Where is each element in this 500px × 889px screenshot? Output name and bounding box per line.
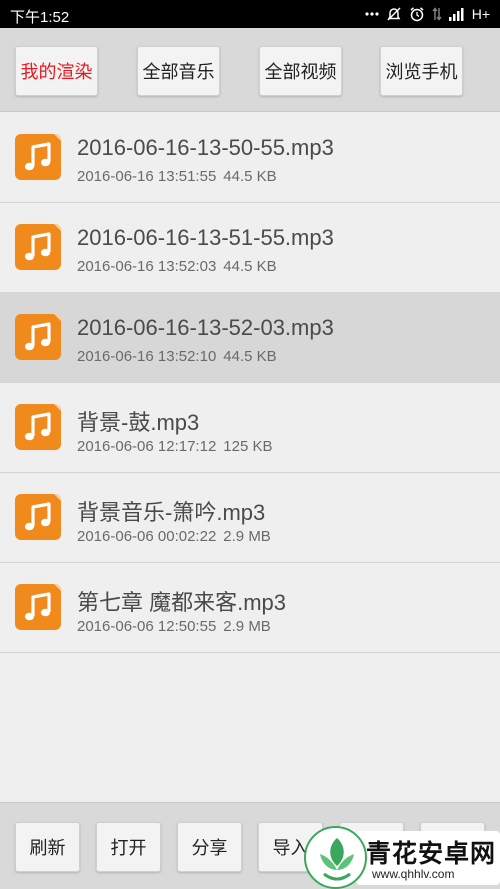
tab-all-videos[interactable]: 全部视频 (259, 46, 342, 96)
share-button[interactable]: 分享 (177, 822, 242, 872)
music-file-icon (14, 313, 62, 361)
file-name: 2016-06-16-13-52-03.mp3 (77, 315, 334, 340)
list-item[interactable]: 第七章 魔都来客.mp3 2016-06-06 12:50:55 2.9 MB (0, 563, 500, 653)
file-meta: 2016-06-06 12:17:12 125 KB (77, 438, 273, 455)
list-item[interactable]: 背景-鼓.mp3 2016-06-06 12:17:12 125 KB (0, 383, 500, 473)
alarm-icon (409, 6, 425, 22)
more-dots-icon (365, 12, 379, 16)
tab-all-music[interactable]: 全部音乐 (137, 46, 220, 96)
list-item[interactable]: 2016-06-16-13-51-55.mp3 2016-06-16 13:52… (0, 203, 500, 293)
music-file-icon (14, 133, 62, 181)
file-date: 2016-06-06 12:50:55 (77, 618, 217, 635)
file-size: 44.5 KB (223, 168, 277, 185)
watermark-logo-icon (304, 826, 367, 889)
file-size: 125 KB (223, 438, 273, 455)
network-type: H+ (471, 6, 490, 22)
file-meta: 2016-06-16 13:52:03 44.5 KB (77, 258, 277, 275)
music-file-icon (14, 493, 62, 541)
file-date: 2016-06-16 13:52:03 (77, 258, 217, 275)
music-file-icon (14, 223, 62, 271)
file-date: 2016-06-06 00:02:22 (77, 528, 217, 545)
refresh-button[interactable]: 刷新 (15, 822, 80, 872)
file-size: 2.9 MB (223, 618, 271, 635)
file-list: 2016-06-16-13-50-55.mp3 2016-06-16 13:51… (0, 113, 500, 653)
file-meta: 2016-06-06 00:02:22 2.9 MB (77, 528, 271, 545)
file-name: 第七章 魔都来客.mp3 (77, 590, 287, 615)
music-file-icon (14, 403, 62, 451)
file-date: 2016-06-06 12:17:12 (77, 438, 217, 455)
file-date: 2016-06-16 13:51:55 (77, 168, 217, 185)
file-size: 44.5 KB (223, 348, 277, 365)
open-button[interactable]: 打开 (96, 822, 161, 872)
signal-icon (448, 7, 465, 21)
music-file-icon (14, 583, 62, 631)
file-meta: 2016-06-06 12:50:55 2.9 MB (77, 618, 271, 635)
file-name: 背景音乐-箫吟.mp3 (77, 500, 266, 525)
status-bar: 下午1:52 H+ (0, 0, 500, 28)
file-size: 44.5 KB (223, 258, 277, 275)
file-meta: 2016-06-16 13:51:55 44.5 KB (77, 168, 277, 185)
top-tab-bar: 我的渲染 全部音乐 全部视频 浏览手机 (0, 28, 500, 112)
list-item[interactable]: 背景音乐-箫吟.mp3 2016-06-06 00:02:22 2.9 MB (0, 473, 500, 563)
watermark-url: www.qhhlv.com (372, 867, 455, 881)
tab-browse-phone[interactable]: 浏览手机 (380, 46, 463, 96)
mute-icon (386, 6, 402, 22)
data-arrows-icon (432, 7, 442, 21)
file-date: 2016-06-16 13:52:10 (77, 348, 217, 365)
status-time: 下午1:52 (10, 9, 70, 26)
list-item[interactable]: 2016-06-16-13-50-55.mp3 2016-06-16 13:51… (0, 113, 500, 203)
list-item-selected[interactable]: 2016-06-16-13-52-03.mp3 2016-06-16 13:52… (0, 293, 500, 383)
tab-my-renders[interactable]: 我的渲染 (15, 46, 98, 96)
watermark: 青花安卓网 www.qhhlv.com (304, 826, 500, 889)
file-name: 2016-06-16-13-50-55.mp3 (77, 135, 334, 160)
status-icons: H+ (365, 5, 490, 23)
file-size: 2.9 MB (223, 528, 271, 545)
file-name: 2016-06-16-13-51-55.mp3 (77, 225, 334, 250)
watermark-title: 青花安卓网 (366, 840, 497, 868)
file-name: 背景-鼓.mp3 (77, 410, 200, 435)
file-meta: 2016-06-16 13:52:10 44.5 KB (77, 348, 277, 365)
